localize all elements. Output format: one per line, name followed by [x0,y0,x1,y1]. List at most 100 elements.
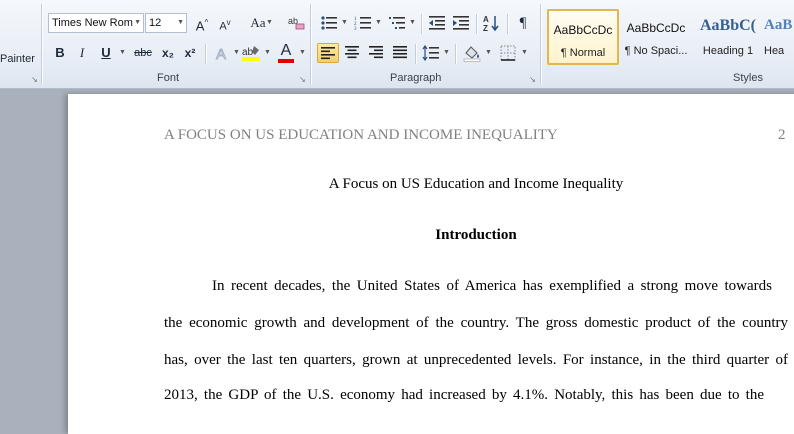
clear-formatting-icon: ab [288,16,305,30]
increase-indent-icon [453,16,469,30]
show-hide-marks-button[interactable]: ¶ [512,13,534,33]
style-sample: AaB [764,17,793,33]
font-size-combobox[interactable]: 12 ▼ [145,13,187,33]
subscript-button[interactable]: x₂ [158,43,178,63]
strikethrough-button[interactable]: abc [131,43,155,63]
style-sample: AaBbC( [699,17,756,34]
ribbon: Painter ↘ Times New Rom ▼ 12 ▼ A^ Av Aa … [0,0,794,89]
style-sample: AaBbCcDc [626,21,686,35]
body-line[interactable]: 2013, the GDP of the U.S. economy had in… [164,387,764,404]
align-center-icon [345,46,359,59]
ribbon-separator [455,44,456,64]
align-left-button[interactable] [317,43,339,63]
paragraph-dialog-launcher-icon[interactable]: ↘ [528,75,537,84]
format-painter-button[interactable]: Painter [0,53,35,65]
svg-text:3: 3 [354,27,357,31]
font-size-dropdown-icon[interactable]: ▼ [177,14,184,32]
section-heading[interactable]: Introduction [164,227,788,244]
body-line[interactable]: In recent decades, the United States of … [212,278,772,295]
style-normal[interactable]: AaBbCcDc ¶ Normal [547,9,619,65]
highlighter-icon: ab [242,46,260,61]
shrink-font-button[interactable]: Av [214,13,236,33]
sort-button[interactable]: A Z [481,13,503,33]
increase-indent-button[interactable] [450,13,472,33]
svg-text:ab: ab [242,47,254,58]
header-page-number[interactable]: 2 [778,127,786,144]
shrink-font-icon: A [219,20,227,33]
clear-formatting-button[interactable]: ab [285,13,307,33]
style-heading-1[interactable]: AaBbC( Heading 1 [692,9,764,65]
borders-icon [500,45,516,61]
ribbon-separator [540,4,541,84]
text-effects-icon: A [216,46,227,64]
change-case-icon: Aa [250,15,266,30]
sort-az-icon: A Z [483,15,499,33]
text-highlight-button[interactable]: ab [240,43,262,63]
bullets-dropdown-icon[interactable]: ▼ [341,13,348,33]
underline-button[interactable]: U [96,43,116,63]
justify-button[interactable] [389,43,411,63]
paint-bucket-icon [463,46,481,62]
ribbon-separator [310,4,311,84]
bold-button[interactable]: B [50,43,70,63]
style-name: Heading 1 [702,45,754,57]
numbering-button[interactable]: 1 2 3 [352,13,374,33]
document-page[interactable] [68,94,794,434]
align-center-button[interactable] [341,43,363,63]
ribbon-separator [476,14,477,34]
svg-text:Z: Z [483,24,488,32]
svg-text:A: A [483,15,489,24]
borders-button[interactable] [497,43,519,63]
font-group-label: Font [157,72,180,84]
borders-dropdown-icon[interactable]: ▼ [521,43,528,63]
paragraph-group-label: Paragraph [390,72,442,84]
font-name-value: Times New Rom [52,17,133,29]
style-no-spacing[interactable]: AaBbCcDc ¶ No Spaci... [620,9,692,65]
line-spacing-button[interactable] [420,43,442,63]
styles-gallery: AaBbCcDc ¶ Normal AaBbCcDc ¶ No Spaci...… [546,9,794,67]
bullets-button[interactable] [318,13,340,33]
numbered-list-icon: 1 2 3 [354,17,371,32]
multilevel-list-dropdown-icon[interactable]: ▼ [409,13,416,33]
shading-button[interactable] [461,43,483,63]
header-title[interactable]: A FOCUS ON US EDUCATION AND INCOME INEQU… [164,127,558,144]
font-name-combobox[interactable]: Times New Rom ▼ [48,13,144,33]
align-right-icon [369,46,383,59]
style-name: ¶ Normal [560,47,606,59]
document-title[interactable]: A Focus on US Education and Income Inequ… [164,176,788,193]
font-color-dropdown-icon[interactable]: ▼ [299,43,306,63]
font-color-button[interactable]: A [275,42,297,63]
change-case-dropdown-icon[interactable]: ▼ [266,13,273,33]
font-color-icon: A [280,42,292,59]
align-right-button[interactable] [365,43,387,63]
body-line[interactable]: has, over the last ten quarters, grown a… [164,352,788,369]
text-effects-dropdown-icon[interactable]: ▼ [233,43,240,63]
style-sample: AaBbCcDc [553,23,613,37]
clipboard-launcher-icon[interactable]: ↘ [30,75,39,84]
numbering-dropdown-icon[interactable]: ▼ [375,13,382,33]
multilevel-list-button[interactable] [386,13,408,33]
shading-dropdown-icon[interactable]: ▼ [485,43,492,63]
justify-icon [393,46,407,59]
line-spacing-dropdown-icon[interactable]: ▼ [443,43,450,63]
highlight-dropdown-icon[interactable]: ▼ [264,43,271,63]
font-size-value: 12 [149,17,162,29]
style-name: Hea [764,45,785,57]
line-spacing-icon [422,44,439,62]
font-name-dropdown-icon[interactable]: ▼ [134,14,141,32]
body-line[interactable]: the economic growth and development of t… [164,315,788,332]
svg-text:A: A [216,46,226,61]
text-effects-button[interactable]: A [211,43,233,64]
decrease-indent-button[interactable] [426,13,448,33]
grow-font-button[interactable]: A^ [191,13,213,33]
italic-button[interactable]: I [72,43,92,63]
superscript-button[interactable]: x² [180,43,200,63]
ribbon-separator [205,44,206,64]
ribbon-separator [421,14,422,34]
underline-dropdown-icon[interactable]: ▼ [119,43,126,63]
decrease-indent-icon [429,16,445,30]
ribbon-separator [415,44,416,64]
style-heading-2[interactable]: AaB Hea [764,9,794,65]
font-color-bar [278,59,294,63]
font-dialog-launcher-icon[interactable]: ↘ [298,75,307,84]
